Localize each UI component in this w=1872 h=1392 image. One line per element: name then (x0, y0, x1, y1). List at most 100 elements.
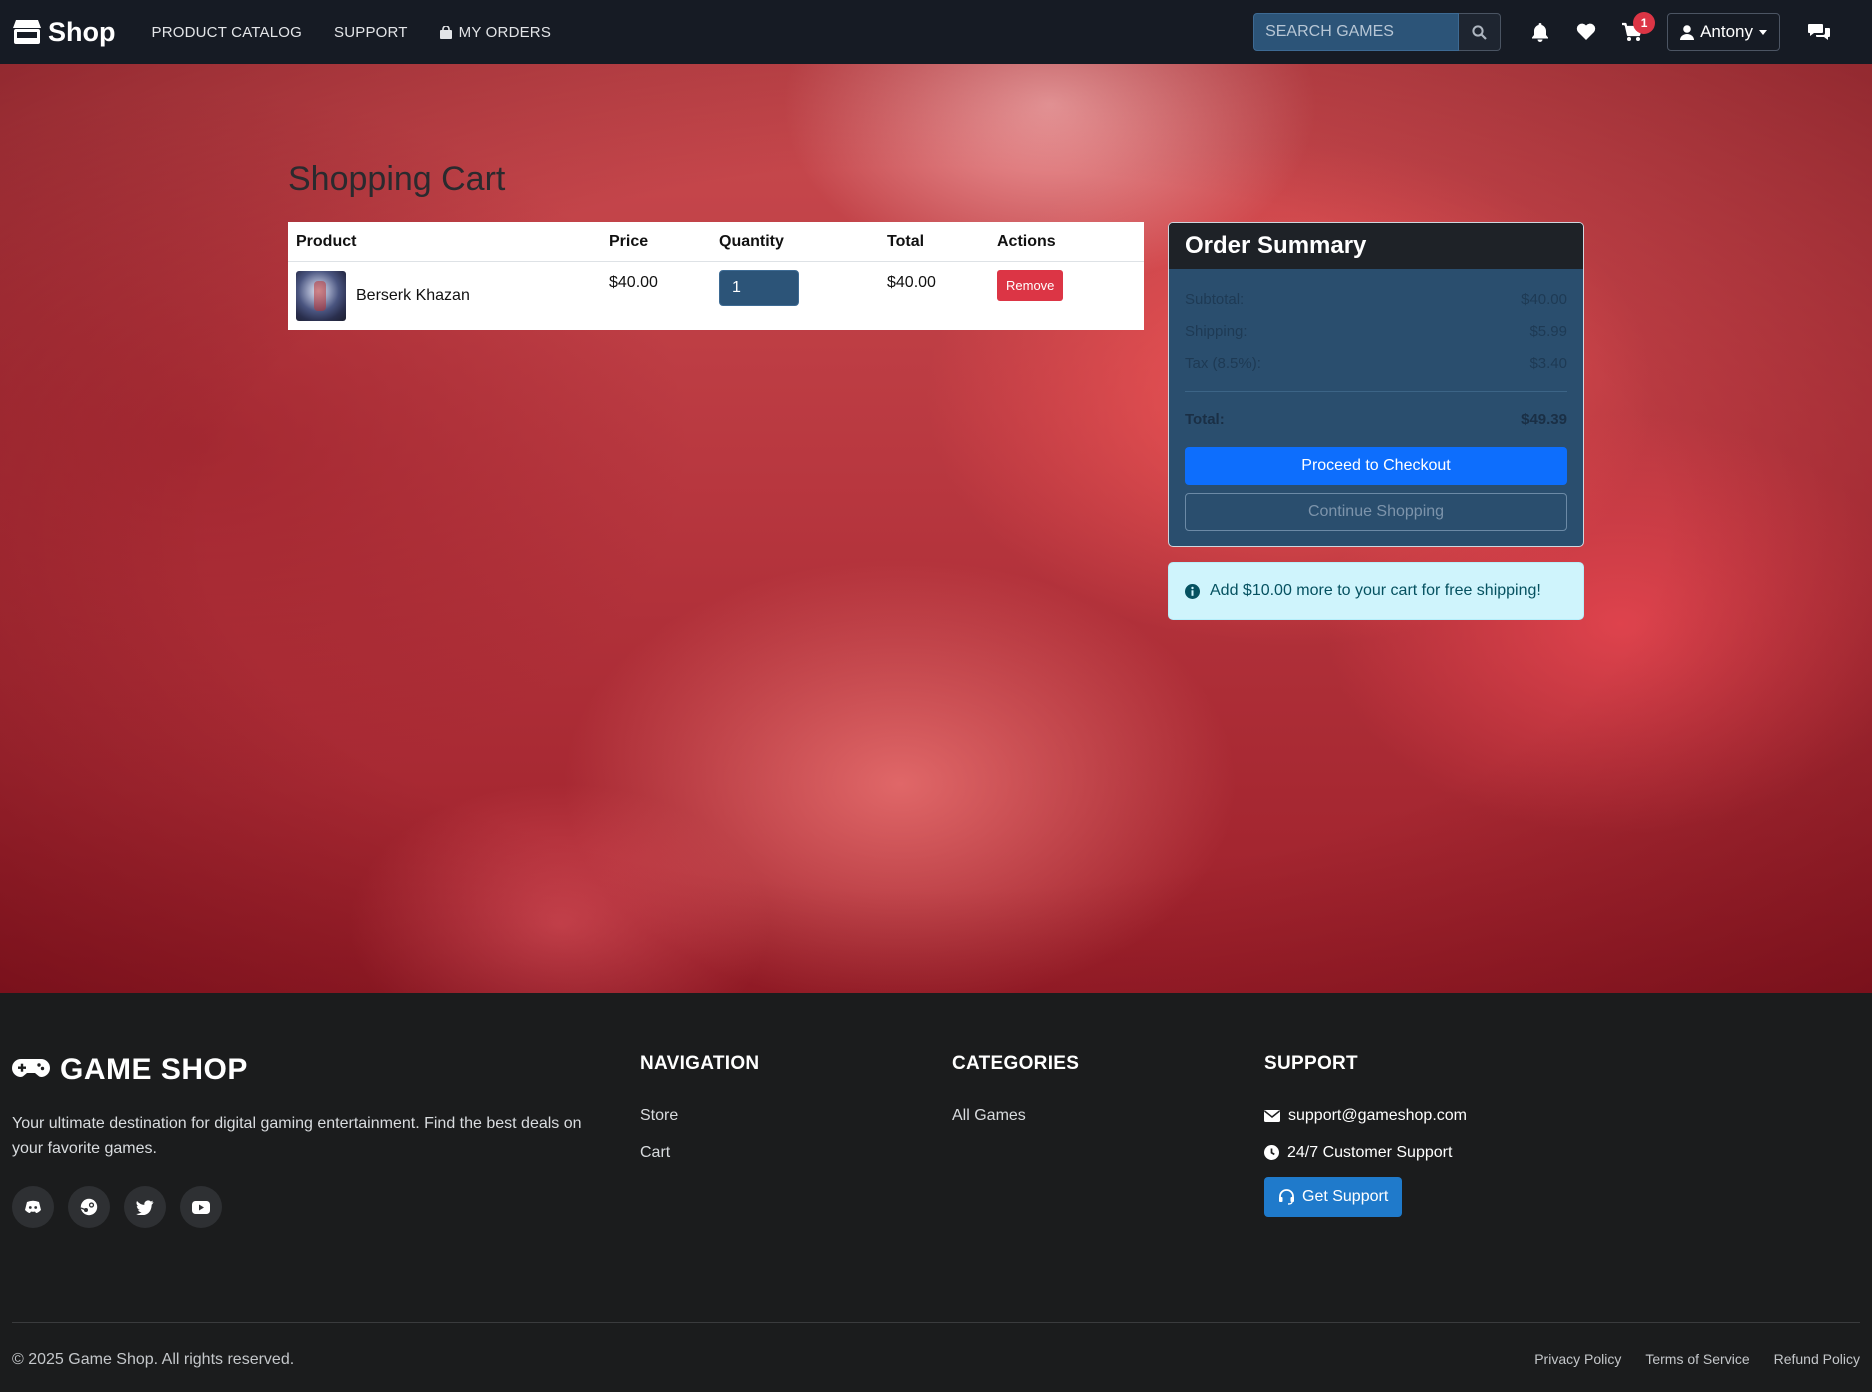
wishlist-button[interactable] (1563, 12, 1609, 52)
support-hours: 24/7 Customer Support (1264, 1134, 1467, 1171)
heart-icon (1576, 23, 1596, 40)
quantity-cell: 1 (719, 262, 887, 306)
terms-of-service-link[interactable]: Terms of Service (1645, 1351, 1749, 1367)
copyright: © 2025 Game Shop. All rights reserved. (12, 1351, 295, 1368)
footer-categories-title: CATEGORIES (952, 1053, 1080, 1074)
get-support-button[interactable]: Get Support (1264, 1177, 1403, 1217)
support-hours-text: 24/7 Customer Support (1287, 1143, 1453, 1161)
cart-table: Product Price Quantity Total Actions Ber… (288, 222, 1144, 330)
total-label: Total: (1185, 410, 1225, 428)
top-navbar: Shop PRODUCT CATALOG SUPPORT MY ORDERS 1 (0, 0, 1872, 64)
shopping-bag-icon (439, 25, 452, 39)
proceed-to-checkout-button[interactable]: Proceed to Checkout (1185, 447, 1567, 485)
refund-policy-link[interactable]: Refund Policy (1774, 1351, 1860, 1367)
support-email-link[interactable]: support@gameshop.com (1264, 1097, 1467, 1134)
notifications-button[interactable] (1517, 12, 1563, 52)
search-button[interactable] (1459, 13, 1502, 51)
legal-links: Privacy Policy Terms of Service Refund P… (1534, 1351, 1860, 1367)
footer-brand-name: GAME SHOP (60, 1053, 248, 1086)
tax-row: Tax (8.5%): $3.40 (1185, 347, 1567, 379)
headset-icon (1279, 1189, 1294, 1205)
background-vignette (0, 64, 1872, 993)
social-links (12, 1186, 222, 1228)
chat-icon (1808, 24, 1830, 40)
total-value: $49.39 (1521, 410, 1567, 428)
subtotal-row: Subtotal: $40.00 (1185, 283, 1567, 315)
cart-button[interactable]: 1 (1609, 12, 1656, 52)
remove-button[interactable]: Remove (997, 270, 1064, 301)
envelope-icon (1264, 1109, 1280, 1122)
footer-link-store[interactable]: Store (640, 1097, 759, 1134)
footer-categories: CATEGORIES All Games (952, 1053, 1079, 1134)
get-support-label: Get Support (1302, 1188, 1389, 1205)
privacy-policy-link[interactable]: Privacy Policy (1534, 1351, 1621, 1367)
shipping-label: Shipping: (1185, 322, 1248, 340)
page-title: Shopping Cart (288, 160, 506, 198)
order-summary-title: Order Summary (1169, 223, 1583, 269)
actions-cell: Remove (997, 262, 1144, 301)
shipping-row: Shipping: $5.99 (1185, 315, 1567, 347)
twitter-link[interactable] (124, 1186, 166, 1228)
free-shipping-alert: Add $10.00 more to your cart for free sh… (1168, 562, 1584, 620)
alert-text: Add $10.00 more to your cart for free sh… (1210, 582, 1541, 599)
subtotal-label: Subtotal: (1185, 290, 1245, 308)
product-total: $40.00 (887, 274, 936, 291)
order-summary-card: Order Summary Subtotal: $40.00 Shipping:… (1168, 222, 1584, 547)
product-price: $40.00 (609, 274, 658, 291)
steam-link[interactable] (68, 1186, 110, 1228)
nav-product-catalog[interactable]: PRODUCT CATALOG (136, 24, 319, 41)
discord-link[interactable] (12, 1186, 54, 1228)
product-name[interactable]: Berserk Khazan (356, 287, 470, 305)
brand-name: Shop (48, 16, 116, 47)
tax-value: $3.40 (1529, 354, 1567, 372)
footer-link-cart[interactable]: Cart (640, 1134, 759, 1171)
bell-icon (1532, 23, 1549, 42)
header-price: Price (609, 232, 649, 250)
search-input[interactable] (1253, 13, 1460, 51)
header-quantity: Quantity (719, 232, 784, 250)
footer-navigation-title: NAVIGATION (640, 1053, 760, 1074)
gamepad-icon (12, 1059, 50, 1077)
info-icon (1185, 583, 1200, 599)
footer-brand: GAME SHOP (12, 1053, 248, 1087)
clock-icon (1264, 1145, 1279, 1160)
shipping-value: $5.99 (1529, 322, 1567, 340)
tax-label: Tax (8.5%): (1185, 354, 1261, 372)
chevron-down-icon (1759, 29, 1767, 35)
support-email: support@gameshop.com (1288, 1106, 1467, 1124)
footer-navigation: NAVIGATION Store Cart (640, 1053, 759, 1171)
twitter-icon (136, 1199, 154, 1215)
hero-background: Shopping Cart Product Price Quantity Tot… (0, 64, 1872, 993)
product-thumbnail[interactable] (296, 271, 346, 321)
subtotal-value: $40.00 (1521, 290, 1567, 308)
footer-link-all-games[interactable]: All Games (952, 1097, 1079, 1134)
search-icon (1472, 24, 1487, 40)
header-actions: Actions (997, 232, 1056, 250)
youtube-link[interactable] (180, 1186, 222, 1228)
footer-support-title: SUPPORT (1264, 1053, 1358, 1074)
header-total: Total (887, 232, 925, 250)
site-footer: GAME SHOP Your ultimate destination for … (0, 993, 1872, 1392)
brand-logo[interactable]: Shop (12, 17, 116, 48)
summary-divider (1185, 391, 1567, 392)
nav-my-orders[interactable]: MY ORDERS (424, 24, 567, 41)
product-cell: Berserk Khazan (288, 262, 609, 330)
header-product: Product (296, 232, 357, 250)
youtube-icon (192, 1200, 210, 1214)
nav-support[interactable]: SUPPORT (318, 24, 424, 41)
footer-description: Your ultimate destination for digital ga… (12, 1115, 582, 1157)
chat-button[interactable] (1796, 12, 1842, 52)
quantity-input[interactable]: 1 (719, 270, 799, 306)
user-menu-button[interactable]: Antony (1667, 13, 1780, 51)
footer-support: SUPPORT support@gameshop.com 24/7 Custom… (1264, 1053, 1467, 1217)
user-name: Antony (1700, 22, 1753, 41)
continue-shopping-button[interactable]: Continue Shopping (1185, 493, 1567, 531)
cart-table-header: Product Price Quantity Total Actions (288, 222, 1144, 262)
cart-count-badge: 1 (1633, 12, 1656, 34)
store-icon (13, 20, 41, 44)
table-row: Berserk Khazan $40.00 1 $40.00 Remove (288, 262, 1144, 330)
search-form (1253, 13, 1502, 51)
discord-icon (25, 1200, 41, 1213)
steam-icon (80, 1198, 98, 1216)
total-row: Total: $49.39 (1185, 408, 1567, 430)
